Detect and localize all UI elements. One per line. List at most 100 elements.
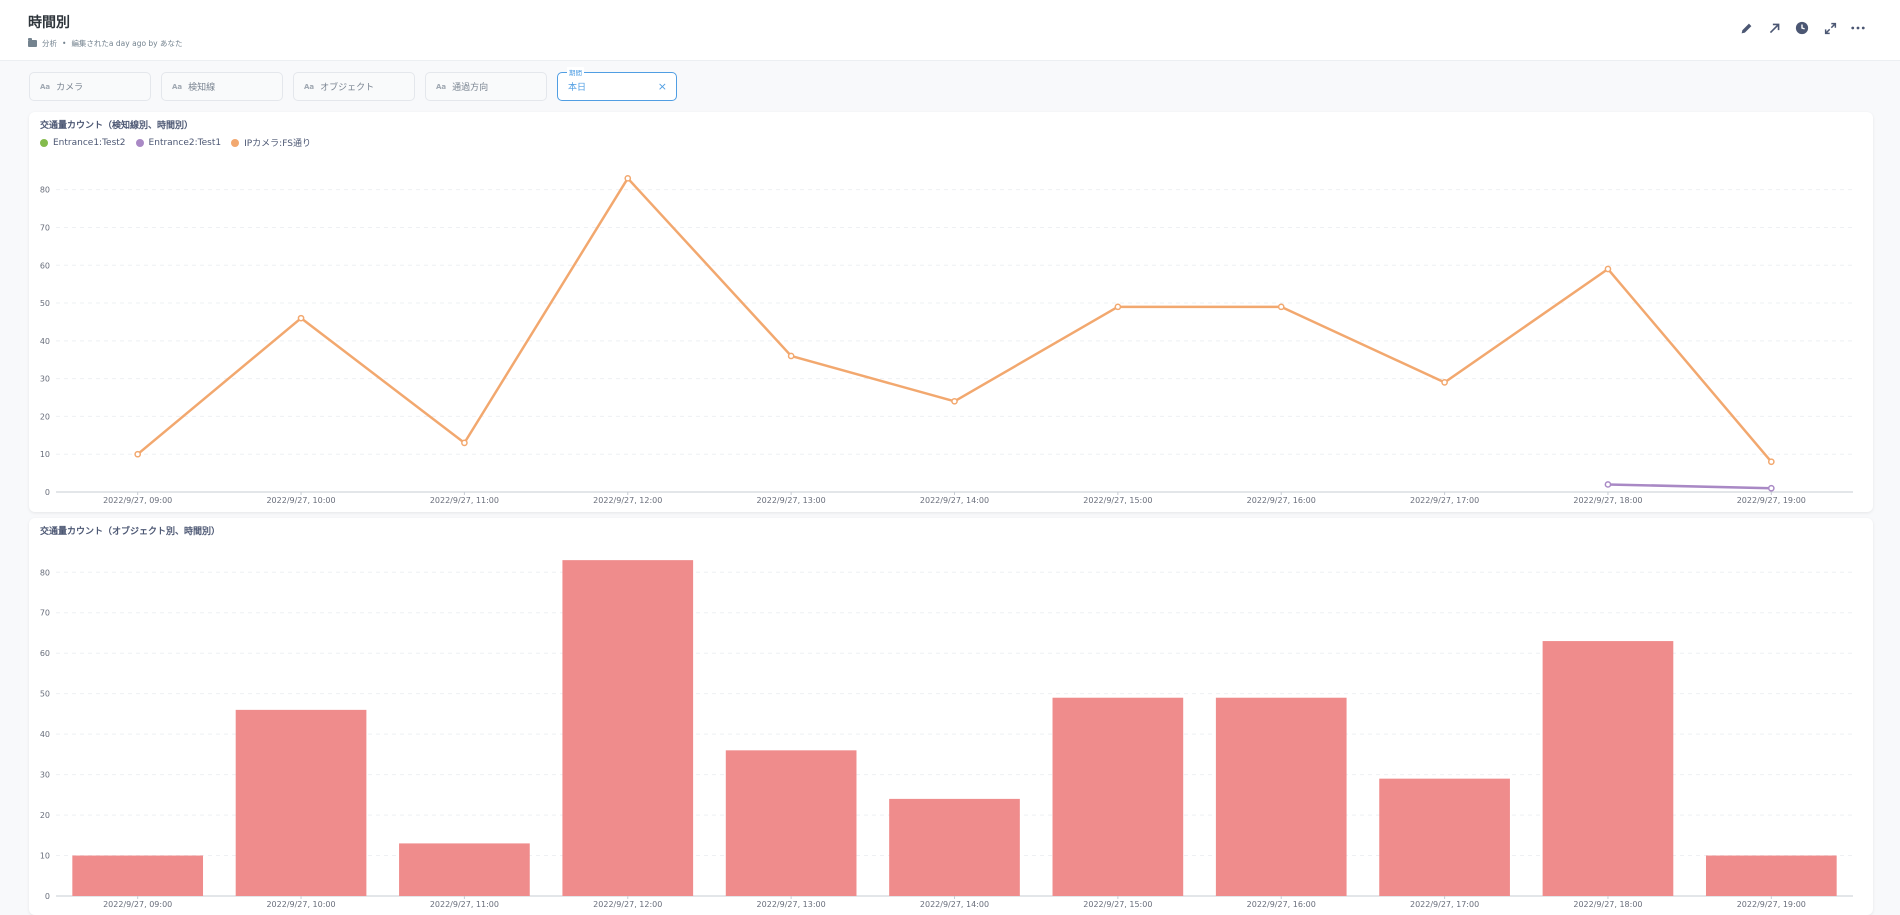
- data-point[interactable]: [1441, 379, 1448, 386]
- filter-period-title: 期間: [567, 67, 584, 77]
- y-tick-label: 0: [45, 892, 50, 901]
- x-tick-label: 2022/9/27, 16:00: [1247, 496, 1316, 505]
- x-tick-label: 2022/9/27, 14:00: [920, 496, 989, 505]
- filter-detection-line[interactable]: Aa 検知線: [161, 72, 283, 101]
- x-tick-label: 2022/9/27, 12:00: [593, 900, 662, 909]
- data-point[interactable]: [624, 174, 632, 182]
- line-chart[interactable]: 0 10 20 30 40 50 60 70 80 2022/9/27, 09:00 2022/9/…: [29, 112, 1873, 512]
- y-tick-label: 20: [40, 412, 50, 421]
- bar[interactable]: [1215, 697, 1347, 896]
- bar[interactable]: [1379, 778, 1510, 896]
- y-tick-label: 60: [40, 261, 50, 270]
- y-tick-label: 20: [40, 811, 50, 820]
- bar-chart-card: 交通量カウント（オブジェクト別、時間別） 0 10 20 30 40 50 60 70 80 20…: [29, 518, 1873, 915]
- y-tick-label: 60: [40, 649, 50, 658]
- data-point[interactable]: [461, 439, 468, 447]
- line-chart-card: 交通量カウント（検知線別、時間別） Entrance1:Test2 Entran…: [29, 112, 1873, 512]
- x-tick-label: 2022/9/27, 13:00: [757, 496, 826, 505]
- x-tick-label: 2022/9/27, 12:00: [593, 496, 662, 505]
- x-tick-label: 2022/9/27, 18:00: [1573, 496, 1642, 505]
- y-tick-label: 40: [40, 730, 50, 739]
- x-tick-label: 2022/9/27, 18:00: [1573, 900, 1642, 909]
- y-tick-label: 40: [40, 337, 50, 346]
- filter-direction[interactable]: Aa 通過方向: [425, 72, 547, 101]
- filter-camera[interactable]: Aa カメラ: [29, 72, 151, 101]
- data-point[interactable]: [1767, 484, 1775, 492]
- x-tick-label: 2022/9/27, 19:00: [1737, 900, 1806, 909]
- data-point[interactable]: [951, 397, 958, 405]
- x-tick-label: 2022/9/27, 11:00: [430, 496, 499, 505]
- folder-icon: [28, 38, 37, 47]
- y-tick-label: 0: [45, 488, 50, 497]
- x-tick-label: 2022/9/27, 10:00: [266, 900, 335, 909]
- bar-chart[interactable]: 0 10 20 30 40 50 60 70 80 2022/9/27, 09:00 2022/9/…: [29, 518, 1873, 915]
- more-icon[interactable]: [1850, 20, 1866, 36]
- clock-icon[interactable]: [1794, 20, 1810, 36]
- x-tick-label: 2022/9/27, 17:00: [1410, 496, 1479, 505]
- bar[interactable]: [725, 750, 857, 896]
- breadcrumb: 分析 • 編集されたa day ago by あなた: [28, 38, 183, 49]
- filter-object[interactable]: Aa オブジェクト: [293, 72, 415, 101]
- breadcrumb-separator: •: [62, 39, 67, 48]
- breadcrumb-collection[interactable]: 分析: [42, 38, 57, 49]
- y-tick-label: 30: [40, 375, 50, 384]
- data-point[interactable]: [1604, 481, 1612, 488]
- bar[interactable]: [889, 798, 1020, 896]
- filter-period[interactable]: 期間 本日 ×: [557, 67, 677, 101]
- x-tick-label: 2022/9/27, 09:00: [103, 900, 172, 909]
- filter-label: 検知線: [188, 83, 216, 93]
- bar[interactable]: [72, 855, 204, 896]
- y-tick-label: 50: [40, 690, 50, 699]
- data-point[interactable]: [1767, 458, 1775, 466]
- x-tick-label: 2022/9/27, 10:00: [266, 496, 335, 505]
- y-tick-label: 70: [40, 609, 50, 618]
- page-title: 時間別: [28, 15, 70, 31]
- filter-bar: Aa カメラ Aa 検知線 Aa オブジェクト Aa 通過方向 期間 本日 ×: [29, 67, 677, 101]
- dashboard-header: 時間別 分析 • 編集されたa day ago by あなた: [0, 0, 1900, 61]
- data-point[interactable]: [1277, 303, 1285, 311]
- bar[interactable]: [1705, 855, 1837, 896]
- x-tick-label: 2022/9/27, 15:00: [1083, 496, 1152, 505]
- data-point[interactable]: [134, 450, 142, 458]
- x-tick-label: 2022/9/27, 13:00: [757, 900, 826, 909]
- x-tick-label: 2022/9/27, 15:00: [1083, 900, 1152, 909]
- y-tick-label: 80: [40, 186, 50, 195]
- text-type-icon: Aa: [304, 82, 315, 91]
- filter-period-value: 本日: [568, 83, 587, 93]
- filter-label: オブジェクト: [320, 83, 375, 93]
- expand-icon[interactable]: [1822, 20, 1838, 36]
- text-type-icon: Aa: [436, 82, 447, 91]
- data-point[interactable]: [787, 352, 795, 360]
- close-icon[interactable]: ×: [658, 80, 667, 93]
- bar[interactable]: [399, 843, 530, 896]
- series-line: [136, 177, 1773, 463]
- x-tick-label: 2022/9/27, 16:00: [1247, 900, 1316, 909]
- data-point[interactable]: [297, 314, 305, 322]
- data-point[interactable]: [1604, 265, 1612, 273]
- filter-label: カメラ: [56, 83, 84, 93]
- y-tick-label: 30: [40, 771, 50, 780]
- bar[interactable]: [562, 560, 694, 896]
- data-point[interactable]: [1114, 303, 1122, 311]
- filter-label: 通過方向: [452, 83, 489, 93]
- bar[interactable]: [1542, 641, 1674, 896]
- x-tick-label: 2022/9/27, 19:00: [1737, 496, 1806, 505]
- y-tick-label: 10: [40, 852, 50, 861]
- y-tick-label: 80: [40, 568, 50, 577]
- bar[interactable]: [235, 709, 367, 896]
- header-actions: [1738, 20, 1866, 36]
- y-tick-label: 50: [40, 299, 50, 308]
- x-tick-label: 2022/9/27, 17:00: [1410, 900, 1479, 909]
- x-tick-label: 2022/9/27, 14:00: [920, 900, 989, 909]
- pencil-icon[interactable]: [1738, 20, 1754, 36]
- text-type-icon: Aa: [40, 82, 51, 91]
- bar[interactable]: [1052, 697, 1184, 896]
- x-tick-label: 2022/9/27, 11:00: [430, 900, 499, 909]
- series-line: [1607, 483, 1772, 490]
- y-tick-label: 10: [40, 450, 50, 459]
- arrow-up-right-icon[interactable]: [1766, 20, 1782, 36]
- y-tick-label: 70: [40, 223, 50, 232]
- breadcrumb-edited: 編集されたa day ago by あなた: [71, 39, 183, 48]
- text-type-icon: Aa: [172, 82, 183, 91]
- x-tick-label: 2022/9/27, 09:00: [103, 496, 172, 505]
